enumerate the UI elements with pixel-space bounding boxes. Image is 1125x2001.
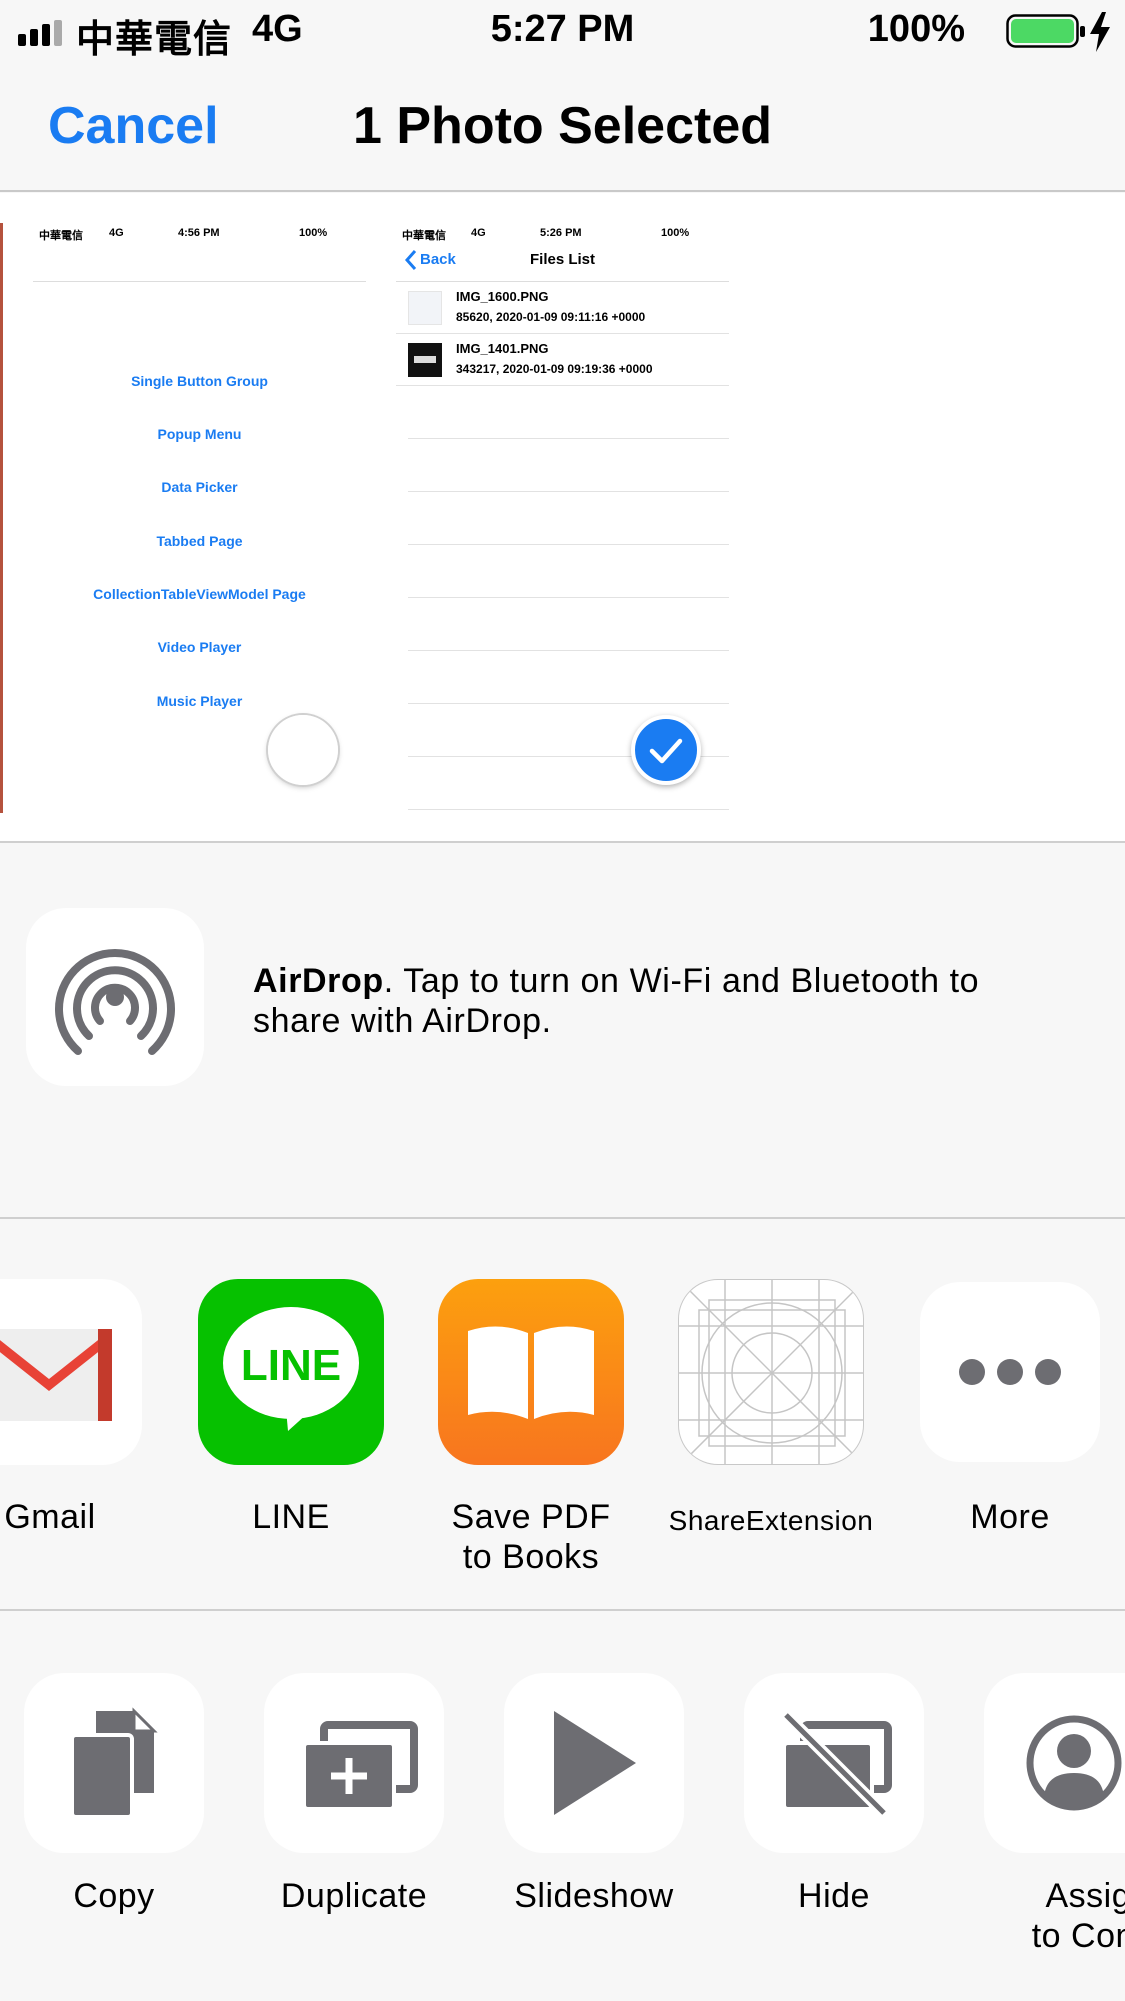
books-app-button[interactable] (438, 1279, 624, 1465)
thumbnail-time: 4:56 PM (178, 227, 220, 239)
slideshow-action-button[interactable] (504, 1673, 684, 1853)
gmail-icon (0, 1329, 112, 1421)
thumbnail-status-bar: 中華電信 4G 5:26 PM 100% (396, 223, 729, 243)
share-extension-label: ShareExtension (668, 1505, 874, 1536)
airdrop-section: AirDrop. Tap to turn on Wi-Fi and Blueto… (0, 843, 1125, 1219)
thumbnail-time: 5:26 PM (540, 227, 582, 239)
unselected-circle[interactable] (268, 715, 338, 785)
row-divider (408, 544, 729, 545)
file-detail: 85620, 2020-01-09 09:11:16 +0000 (456, 310, 646, 324)
row-divider (408, 491, 729, 492)
gmail-app-button[interactable] (0, 1279, 142, 1465)
more-label: More (970, 1498, 1050, 1536)
hide-icon (781, 1710, 892, 1818)
app-template-grid-icon (679, 1280, 863, 1464)
duplicate-icon (302, 1721, 418, 1811)
duplicate-action-button[interactable] (264, 1673, 444, 1853)
play-icon (554, 1711, 636, 1815)
assign-label-line2: to Conta (1031, 1917, 1125, 1955)
thumbnail-link: CollectionTableViewModel Page (93, 586, 306, 602)
assign-to-contact-action-button[interactable] (984, 1673, 1125, 1853)
thumbnail-carrier: 中華電信 (402, 230, 446, 242)
line-label: LINE (252, 1498, 330, 1536)
battery-icon (1006, 14, 1085, 48)
file-thumbnail (408, 291, 442, 325)
thumbnail-link: Single Button Group (131, 373, 268, 389)
thumbnail-network: 4G (471, 227, 486, 239)
thumbnail-divider (396, 281, 729, 282)
airdrop-description[interactable]: AirDrop. Tap to turn on Wi-Fi and Blueto… (253, 961, 1073, 1041)
assign-label-line1: Assign (1045, 1877, 1125, 1915)
row-divider (396, 333, 729, 334)
row-divider (408, 809, 729, 810)
thumbnail-link: Tabbed Page (156, 533, 243, 549)
file-thumbnail (408, 343, 442, 377)
slideshow-label: Slideshow (514, 1877, 674, 1915)
more-dots-icon (959, 1359, 1061, 1385)
thumbnail-title: Files List (529, 251, 596, 268)
status-bar: 中華電信 4G 5:27 PM 100% (0, 0, 1125, 62)
contact-icon (1026, 1715, 1122, 1811)
books-label-line2: to Books (462, 1538, 600, 1576)
gmail-label: Gmail (4, 1498, 96, 1536)
nav-bar: Cancel 1 Photo Selected (0, 62, 1125, 192)
thumbnail-status-bar: 中華電信 4G 4:56 PM 100% (33, 223, 366, 243)
file-name: IMG_1600.PNG (456, 289, 549, 304)
thumbnail-link: Popup Menu (157, 426, 242, 442)
row-divider (408, 597, 729, 598)
airdrop-title: AirDrop (253, 962, 384, 1000)
books-label: Save PDF to Books (411, 1497, 651, 1577)
previous-photo-edge[interactable] (0, 223, 3, 813)
copy-action-button[interactable] (24, 1673, 204, 1853)
thumbnail-divider (33, 281, 366, 282)
row-divider (396, 385, 729, 386)
row-divider (408, 438, 729, 439)
row-divider (408, 703, 729, 704)
hide-action-button[interactable] (744, 1673, 924, 1853)
airdrop-icon (55, 948, 175, 1055)
file-name: IMG_1401.PNG (456, 341, 549, 356)
thumbnail-battery: 100% (661, 227, 690, 239)
thumbnail-link: Music Player (156, 693, 243, 709)
page-title: 1 Photo Selected (353, 97, 772, 155)
thumbnail-battery: 100% (299, 227, 328, 239)
duplicate-label: Duplicate (280, 1877, 428, 1915)
file-detail: 343217, 2020-01-09 09:19:36 +0000 (456, 362, 653, 376)
book-icon (468, 1326, 594, 1419)
assign-to-contact-label: Assign to Conta (968, 1876, 1125, 1956)
thumbnail-link: Video Player (157, 639, 242, 655)
charging-bolt-icon (1090, 12, 1110, 52)
row-divider (408, 650, 729, 651)
copy-label: Copy (73, 1877, 155, 1915)
thumbnail-carrier: 中華電信 (39, 230, 83, 242)
share-apps-row[interactable]: Gmail LINE LINE Save PDF to Books ShareE… (0, 1219, 1125, 1611)
line-app-button[interactable]: LINE (198, 1279, 384, 1465)
share-actions-row[interactable]: Copy Duplicate Slideshow Hide Assig to C… (0, 1611, 1125, 2001)
share-extension-app-button[interactable] (678, 1279, 864, 1465)
selected-checkmark[interactable] (631, 715, 701, 785)
hide-label: Hide (798, 1877, 870, 1915)
line-logo-text: LINE (240, 1341, 342, 1390)
battery-percent: 100% (867, 8, 965, 50)
books-label-line1: Save PDF (451, 1498, 611, 1536)
photo-strip[interactable]: 中華電信 4G 4:56 PM 100% Single Button Group… (0, 193, 1125, 843)
thumbnail-link: Data Picker (161, 479, 238, 495)
thumbnail-network: 4G (109, 227, 124, 239)
airdrop-button[interactable] (26, 908, 204, 1086)
copy-icon (70, 1707, 158, 1819)
checkmark-icon (649, 738, 683, 764)
more-apps-button[interactable] (920, 1282, 1100, 1462)
